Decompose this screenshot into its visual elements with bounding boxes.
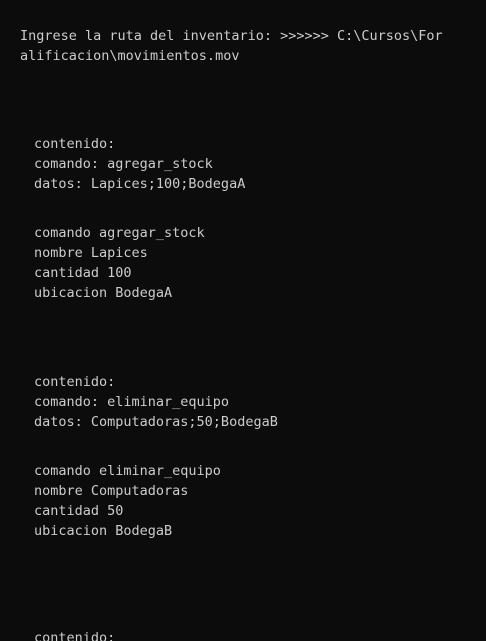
parsed-location: ubicacion BodegaB <box>34 523 173 539</box>
prompt-line-continued: alificacion\movimientos.mov <box>20 48 240 64</box>
content-header: contenido: <box>34 136 116 152</box>
parsed-name: nombre Lapices <box>34 245 148 261</box>
terminal-window[interactable]: Ingrese la ruta del inventario: >>>>>> C… <box>0 0 486 641</box>
data-line: datos: Lapices;100;BodegaA <box>34 176 246 192</box>
parsed-location: ubicacion BodegaA <box>34 285 173 301</box>
data-line: datos: Computadoras;50;BodegaB <box>34 414 278 430</box>
parsed-command: comando agregar_stock <box>34 225 205 241</box>
command-line: comando: agregar_stock <box>34 156 213 172</box>
parsed-quantity: cantidad 100 <box>34 265 132 281</box>
content-header: contenido: <box>34 374 116 390</box>
parsed-command: comando eliminar_equipo <box>34 463 221 479</box>
parsed-quantity: cantidad 50 <box>34 503 124 519</box>
prompt-line: Ingrese la ruta del inventario: >>>>>> C… <box>20 28 443 44</box>
parsed-name: nombre Computadoras <box>34 483 189 499</box>
content-header: contenido: <box>34 630 116 641</box>
command-line: comando: eliminar_equipo <box>34 394 230 410</box>
